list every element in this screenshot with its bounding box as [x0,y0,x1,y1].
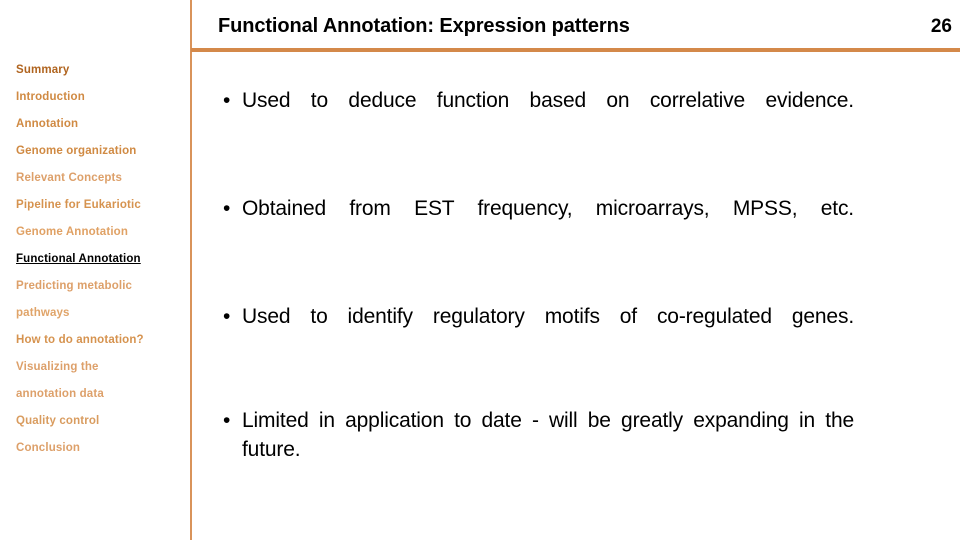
bullet-item: • Obtained from EST frequency, microarray… [212,194,854,252]
sidebar-item-introduction[interactable]: Introduction [16,90,192,104]
sidebar-item-quality-control[interactable]: Quality control [16,414,192,428]
sidebar-item-relevant-concepts[interactable]: Relevant Concepts [16,171,192,185]
slide-canvas: Functional Annotation: Expression patter… [0,0,960,540]
bullet-point-icon: • [223,409,231,432]
sidebar-item-summary[interactable]: Summary [16,63,192,77]
bullet-text: Used to deduce function based on correla… [242,89,854,112]
sidebar-item-predicting-metabolic[interactable]: Predicting metabolic [16,279,192,293]
bullet-item: • Used to deduce function based on correl… [212,86,854,144]
sidebar-item-pathways[interactable]: pathways [16,306,192,320]
title-horizontal-divider [191,48,960,52]
page-number: 26 [930,16,952,37]
sidebar-item-functional-annotation[interactable]: Functional Annotation [16,252,192,266]
sidebar-item-pipeline-for-eukariotic[interactable]: Pipeline for Eukariotic [16,198,192,212]
bullet-item: • Used to identify regulatory motifs of c… [212,302,854,360]
bullet-row: • Limited in application to date - will b… [212,406,854,493]
bullet-point-icon: • [223,305,231,328]
page-title: Functional Annotation: Expression patter… [218,15,630,37]
sidebar-item-genome-organization[interactable]: Genome organization [16,144,192,158]
bullet-row: • Used to deduce function based on correl… [212,86,854,144]
sidebar-item-visualizing-the[interactable]: Visualizing the [16,360,192,374]
bullet-text: Limited in application to date - will be… [242,409,854,461]
sidebar-item-genome-annotation[interactable]: Genome Annotation [16,225,192,239]
bullet-row: • Obtained from EST frequency, microarray… [212,194,854,252]
slide-content-body: • Used to deduce function based on correl… [212,86,858,526]
sidebar-item-annotation-data[interactable]: annotation data [16,387,192,401]
sidebar-item-annotation[interactable]: Annotation [16,117,192,131]
bullet-row: • Used to identify regulatory motifs of c… [212,302,854,360]
bullet-point-icon: • [223,89,231,112]
bullet-text: Obtained from EST frequency, microarrays… [242,197,854,220]
bullet-text: Used to identify regulatory motifs of co… [242,305,854,328]
sidebar-item-conclusion[interactable]: Conclusion [16,441,192,455]
sidebar-navigation: Summary Introduction Annotation Genome orga… [0,56,190,540]
sidebar-vertical-divider [190,0,192,540]
sidebar-item-how-to-do-annotation[interactable]: How to do annotation? [16,333,192,347]
bullet-point-icon: • [223,197,231,220]
bullet-item: • Limited in application to date - will b… [212,406,854,493]
